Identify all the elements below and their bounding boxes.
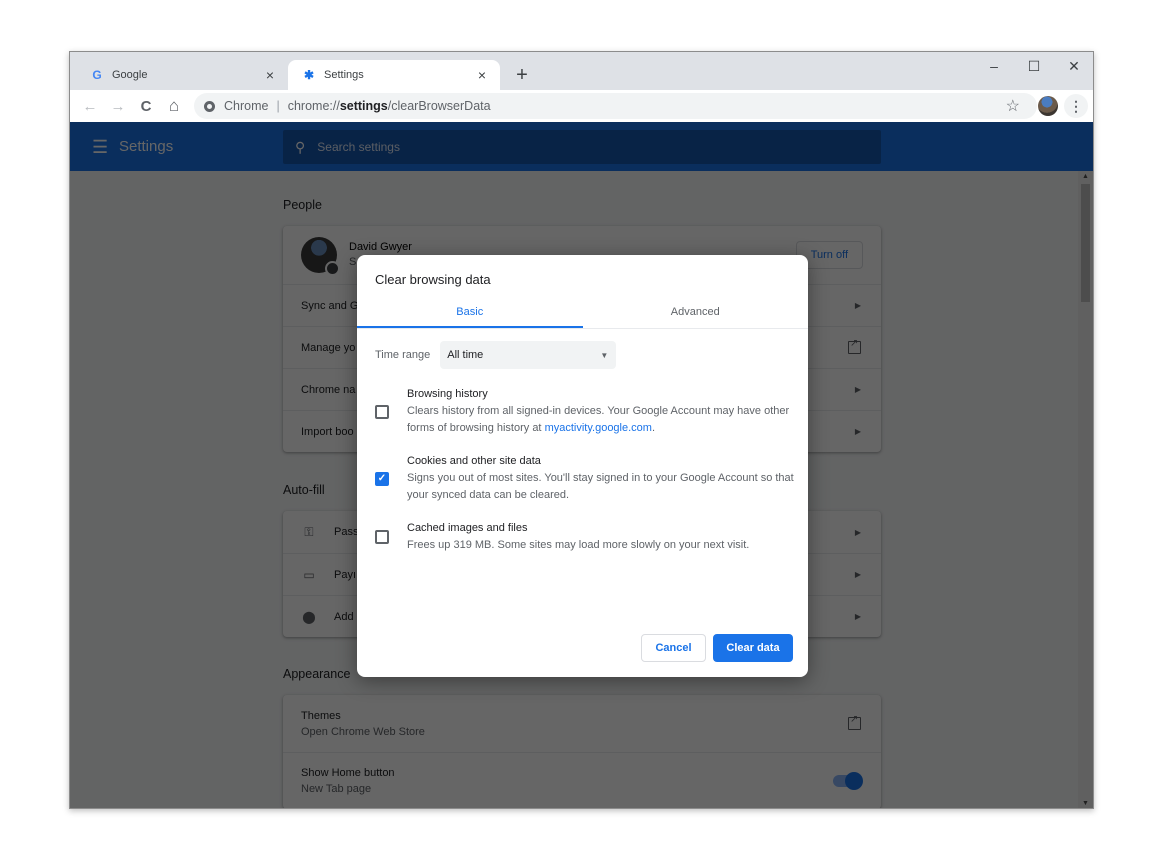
maximize-button[interactable]: ☐ <box>1014 52 1054 80</box>
close-tab-icon[interactable]: × <box>474 67 490 83</box>
time-range: Time range All time ▼ <box>375 341 617 369</box>
myactivity-link[interactable]: myactivity.google.com <box>545 422 652 434</box>
settings-page: ☰ Settings ⚲ Search settings People Davi… <box>70 122 1093 808</box>
tab-basic[interactable]: Basic <box>357 297 583 328</box>
home-button[interactable]: ⌂ <box>162 94 186 118</box>
google-g-icon: G <box>92 68 102 82</box>
cached-images-checkbox[interactable] <box>375 530 389 544</box>
url-text: chrome://settings/clearBrowserData <box>287 99 491 113</box>
cancel-button[interactable]: Cancel <box>641 634 706 662</box>
time-range-select[interactable]: All time ▼ <box>440 341 617 369</box>
clear-browsing-data-dialog: Clear browsing data Basic Advanced Time … <box>357 255 808 677</box>
new-tab-button[interactable]: + <box>510 64 534 88</box>
close-tab-icon[interactable]: × <box>262 67 278 83</box>
browsing-history-checkbox[interactable] <box>375 404 389 419</box>
time-range-label: Time range <box>375 349 431 361</box>
option-browsing-history: Browsing history Clears history from all… <box>375 386 797 437</box>
tab-title: Google <box>112 69 148 81</box>
profile-avatar[interactable] <box>1038 96 1058 116</box>
reload-button[interactable]: C <box>134 94 158 118</box>
option-cookies: ✓ Cookies and other site data Signs you … <box>375 453 797 504</box>
chrome-icon <box>204 100 215 112</box>
toolbar: ← → C ⌂ Chrome | chrome://settings/clear… <box>70 90 1093 122</box>
dropdown-caret-icon: ▼ <box>600 350 609 360</box>
separator: | <box>276 99 280 113</box>
tab-settings[interactable]: ✱ Settings × <box>288 60 500 90</box>
scheme-label: Chrome <box>224 99 269 113</box>
option-cached-images: Cached images and files Frees up 319 MB.… <box>375 520 797 554</box>
dialog-tabs: Basic Advanced <box>357 297 808 329</box>
tab-strip: G Google × ✱ Settings × + – ☐ ✕ <box>70 52 1093 90</box>
address-bar[interactable]: Chrome | chrome://settings/clearBrowserD… <box>194 93 1037 119</box>
menu-button[interactable]: ⋮ <box>1064 94 1088 118</box>
minimize-button[interactable]: – <box>974 52 1014 80</box>
clear-data-button[interactable]: Clear data <box>713 634 793 662</box>
gear-icon: ✱ <box>303 68 315 82</box>
tab-advanced[interactable]: Advanced <box>583 297 809 328</box>
bookmark-star-icon[interactable]: ☆ <box>1006 96 1020 116</box>
dialog-title: Clear browsing data <box>375 272 491 287</box>
browser-window: G Google × ✱ Settings × + – ☐ ✕ ← → C ⌂ … <box>69 51 1094 809</box>
tab-google[interactable]: G Google × <box>76 60 288 90</box>
tab-title: Settings <box>324 69 364 81</box>
cookies-checkbox[interactable]: ✓ <box>375 471 389 486</box>
forward-button[interactable]: → <box>106 94 130 118</box>
back-button[interactable]: ← <box>78 94 102 118</box>
close-window-button[interactable]: ✕ <box>1054 52 1093 80</box>
